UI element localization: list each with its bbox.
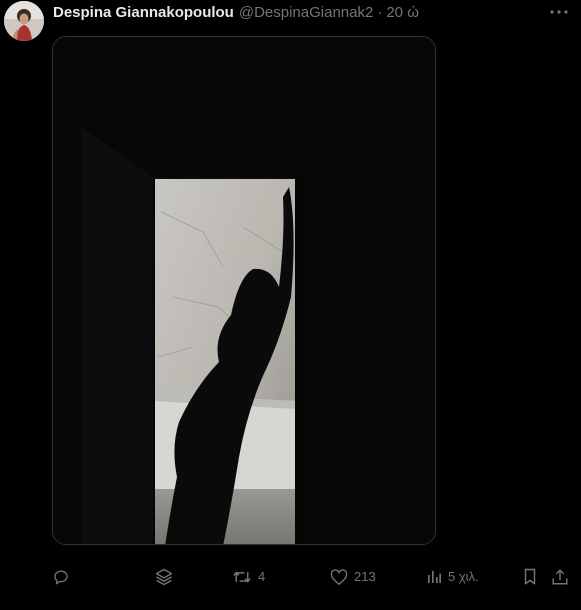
separator-dot: · bbox=[377, 4, 383, 21]
retweet-button[interactable]: 4 bbox=[232, 560, 265, 594]
user-handle[interactable]: @DespinaGiannak2 bbox=[239, 3, 373, 23]
tweet-actions: 4 213 5 χιλ. bbox=[0, 560, 581, 594]
bookmark-button[interactable] bbox=[522, 560, 538, 594]
retweet-icon bbox=[233, 571, 251, 583]
media-photo bbox=[53, 37, 435, 544]
tweet-header: Despina Giannakopoulou @DespinaGiannak2 … bbox=[53, 3, 419, 23]
avatar-image bbox=[4, 1, 44, 41]
tweet: Despina Giannakopoulou @DespinaGiannak2 … bbox=[0, 0, 581, 610]
views-chart-icon bbox=[428, 571, 441, 583]
share-icon bbox=[552, 569, 568, 585]
avatar[interactable] bbox=[4, 1, 44, 41]
more-dots-icon bbox=[550, 10, 568, 14]
heart-icon bbox=[330, 568, 348, 585]
share-button[interactable] bbox=[551, 560, 569, 594]
like-count: 213 bbox=[354, 569, 376, 584]
views-count: 5 χιλ. bbox=[448, 569, 479, 584]
views-button[interactable]: 5 χιλ. bbox=[426, 560, 479, 594]
tweet-timestamp[interactable]: 20 ώ bbox=[386, 3, 419, 23]
bookmark-icon bbox=[524, 568, 536, 585]
reply-icon bbox=[54, 570, 68, 585]
reply-button[interactable] bbox=[52, 560, 70, 594]
tweet-media[interactable] bbox=[52, 36, 436, 545]
retweet-count: 4 bbox=[258, 569, 266, 584]
grok-button[interactable] bbox=[154, 560, 174, 594]
like-button[interactable]: 213 bbox=[330, 560, 376, 594]
layers-icon bbox=[155, 568, 173, 586]
display-name[interactable]: Despina Giannakopoulou bbox=[53, 3, 234, 23]
more-options-button[interactable] bbox=[548, 3, 570, 21]
